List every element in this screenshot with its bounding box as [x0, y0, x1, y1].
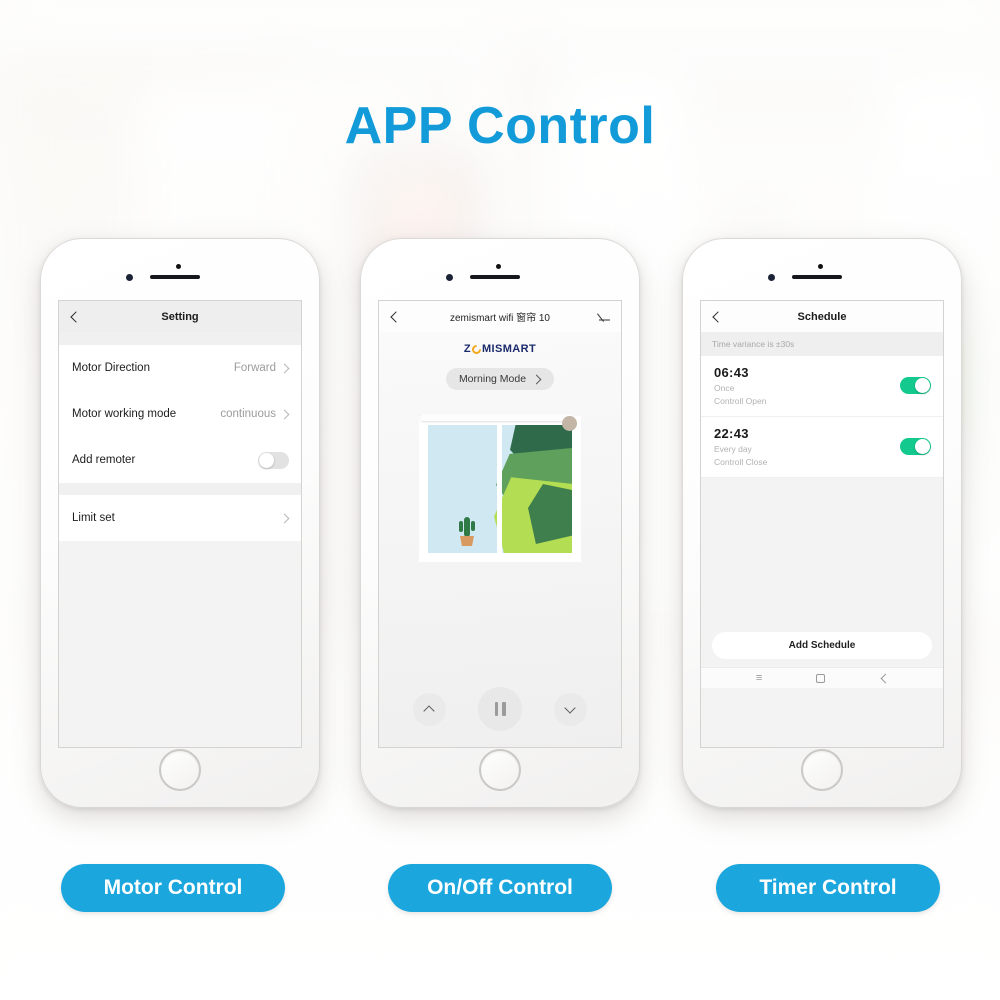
settings-list-secondary: Limit set: [59, 495, 301, 541]
settings-row-motor-working-mode[interactable]: Motor working mode continuous: [59, 391, 301, 437]
row-value: continuous: [220, 408, 276, 420]
settings-list: Motor Direction Forward Motor working mo…: [59, 345, 301, 483]
proximity-sensor-icon: [176, 264, 181, 269]
earpiece-speaker: [150, 275, 200, 279]
row-label: Motor working mode: [72, 408, 177, 420]
schedule-texts: 06:43 Once Controll Open: [714, 365, 900, 406]
home-button[interactable]: [479, 749, 521, 791]
row-value: Forward: [233, 362, 276, 374]
phone3-screen: Schedule Time variance is ±30s 06:43 Onc…: [700, 300, 944, 748]
schedule-action: Controll Close: [714, 457, 768, 467]
phone-earpiece-area: [40, 260, 320, 290]
schedule-row[interactable]: 22:43 Every day Controll Close: [701, 417, 943, 478]
phone3-appbar: Schedule: [701, 301, 943, 332]
empty-area: [59, 541, 301, 747]
phone2-appbar: zemismart wifi 窗帘 10: [379, 301, 621, 332]
back-icon[interactable]: [388, 311, 400, 323]
pause-curtain-button[interactable]: [478, 687, 522, 731]
chevron-right-icon: [532, 375, 541, 384]
proximity-sensor-icon: [496, 264, 501, 269]
back-icon[interactable]: [879, 674, 888, 683]
e-logo-mark-icon: [470, 342, 483, 356]
chevron-up-icon: [424, 704, 435, 715]
phone2-title: zemismart wifi 窗帘 10: [449, 313, 550, 324]
window-illustration: [419, 408, 581, 563]
front-camera-icon: [768, 274, 775, 281]
phone1-title: Setting: [161, 310, 199, 323]
home-square-icon[interactable]: [816, 673, 826, 683]
proximity-sensor-icon: [818, 264, 823, 269]
schedule-list: 06:43 Once Controll Open 22:43 Every day…: [701, 356, 943, 478]
caption-timer-control: Timer Control: [716, 864, 940, 912]
home-button[interactable]: [801, 749, 843, 791]
row-label: Add remoter: [72, 454, 136, 466]
add-schedule-button[interactable]: Add Schedule: [712, 632, 932, 659]
phone1-appbar: Setting: [59, 301, 301, 332]
row-label: Motor Direction: [72, 362, 150, 374]
toggle-knob: [915, 378, 930, 393]
schedule-action: Controll Open: [714, 396, 767, 406]
curtain-motor-roller: [562, 416, 577, 431]
morning-mode-button[interactable]: Morning Mode: [445, 368, 555, 390]
phone3-title: Schedule: [797, 310, 847, 323]
logo-suffix: MISMART: [481, 343, 537, 355]
settings-row-limit-set[interactable]: Limit set: [59, 495, 301, 541]
schedule-enable-toggle[interactable]: [900, 377, 931, 394]
pause-icon: [494, 702, 506, 716]
schedule-repeat: Once: [714, 383, 735, 393]
chevron-right-icon: [280, 364, 289, 373]
curtain-rod: [421, 414, 577, 431]
section-gap: [59, 332, 301, 345]
phone-mockup-motor-control: Setting Motor Direction Forward Motor wo…: [40, 238, 320, 808]
schedule-empty-area: [701, 478, 943, 626]
phone-earpiece-area: [682, 260, 962, 290]
front-camera-icon: [446, 274, 453, 281]
front-camera-icon: [126, 274, 133, 281]
schedule-texts: 22:43 Every day Controll Close: [714, 426, 900, 467]
curtain-control-bar: [379, 687, 621, 731]
device-control-body: Z MISMART Morning Mode: [379, 332, 621, 747]
add-schedule-wrap: Add Schedule: [701, 626, 943, 667]
phone1-screen: Setting Motor Direction Forward Motor wo…: [58, 300, 302, 748]
close-curtain-button[interactable]: [554, 692, 587, 726]
zemismart-logo: Z MISMART: [463, 342, 537, 356]
chevron-down-icon: [565, 704, 576, 715]
caption-motor-control: Motor Control: [61, 864, 285, 912]
back-icon[interactable]: [710, 311, 722, 323]
toggle-knob: [259, 452, 274, 468]
phone-mockup-timer-control: Schedule Time variance is ±30s 06:43 Onc…: [682, 238, 962, 808]
schedule-repeat: Every day: [714, 444, 752, 454]
mode-label: Morning Mode: [458, 373, 527, 385]
schedule-enable-toggle[interactable]: [900, 438, 931, 455]
earpiece-speaker: [470, 275, 520, 279]
schedule-time: 22:43: [714, 426, 749, 441]
open-curtain-button[interactable]: [413, 692, 446, 726]
phone-mockup-onoff-control: zemismart wifi 窗帘 10 Z MISMART Morning M…: [360, 238, 640, 808]
time-variance-note: Time variance is ±30s: [701, 332, 943, 356]
logo-prefix: Z: [463, 343, 471, 355]
back-icon[interactable]: [68, 311, 80, 323]
home-button[interactable]: [159, 749, 201, 791]
section-spacer: [59, 483, 301, 495]
schedule-row[interactable]: 06:43 Once Controll Open: [701, 356, 943, 417]
earpiece-speaker: [792, 275, 842, 279]
page-title: APP Control: [344, 97, 656, 155]
chevron-right-icon: [280, 514, 289, 523]
android-navigation-bar: ≡: [701, 667, 943, 688]
toggle-knob: [915, 439, 930, 454]
schedule-time: 06:43: [714, 365, 749, 380]
settings-row-add-remoter[interactable]: Add remoter: [59, 437, 301, 483]
caption-onoff-control: On/Off Control: [388, 864, 612, 912]
phone2-screen: zemismart wifi 窗帘 10 Z MISMART Morning M…: [378, 300, 622, 748]
window-frame: [419, 416, 581, 562]
chevron-right-icon: [280, 410, 289, 419]
menu-icon[interactable]: ≡: [756, 672, 762, 684]
add-remoter-toggle[interactable]: [258, 451, 289, 469]
settings-row-motor-direction[interactable]: Motor Direction Forward: [59, 345, 301, 391]
pencil-icon[interactable]: [598, 310, 611, 323]
phone-earpiece-area: [360, 260, 640, 290]
row-label: Limit set: [72, 512, 115, 524]
